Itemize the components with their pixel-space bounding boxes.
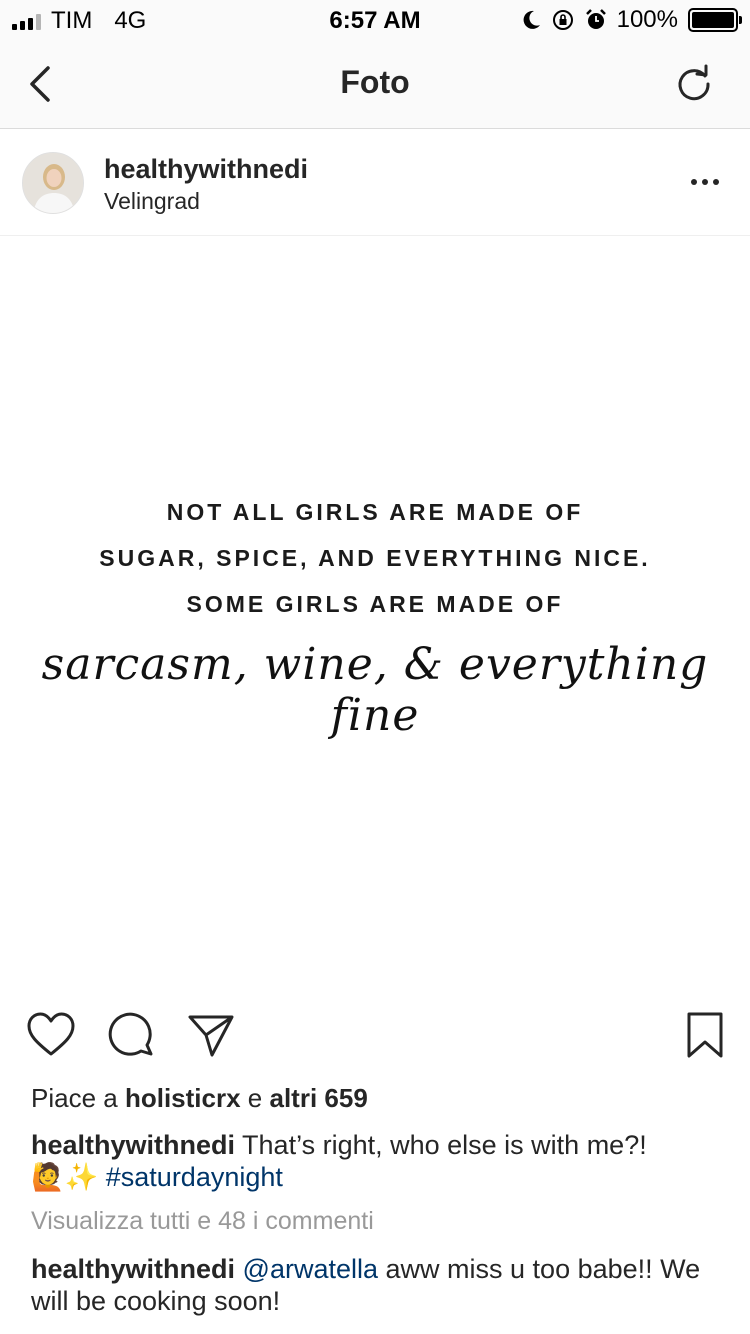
comment-username[interactable]: healthywithnedi — [31, 1254, 235, 1284]
caption-text: That’s right, who else is with me?! — [242, 1130, 647, 1160]
moon-icon — [523, 10, 540, 29]
comment-mention[interactable]: @arwatella — [243, 1254, 378, 1284]
likes-conj: e — [247, 1083, 263, 1113]
image-text-script: sarcasm, wine, & everything fine — [41, 639, 709, 741]
caption-emojis: 🙋✨ — [31, 1162, 99, 1193]
rotation-lock-icon — [552, 10, 573, 30]
status-right: 100% — [521, 6, 742, 34]
page-title: Foto — [340, 64, 410, 100]
image-text-line-2: SUGAR, SPICE, AND EVERYTHING NICE. — [99, 545, 651, 571]
view-all-comments-link[interactable]: Visualizza tutti e 48 i commenti — [31, 1207, 374, 1236]
share-icon[interactable] — [186, 1010, 236, 1060]
battery-percent: 100% — [616, 6, 678, 33]
heart-icon[interactable] — [26, 1010, 76, 1060]
avatar-image — [23, 153, 83, 213]
post-header: healthywithnedi Velingrad — [0, 130, 750, 236]
post-image[interactable]: NOT ALL GIRLS ARE MADE OF SUGAR, SPICE, … — [0, 237, 750, 987]
image-text-line-1: NOT ALL GIRLS ARE MADE OF — [166, 499, 584, 525]
alarm-icon — [585, 9, 606, 29]
comment-icon[interactable] — [106, 1010, 156, 1060]
likes-summary[interactable]: Piace a holisticrx e altri 659 — [31, 1083, 368, 1114]
likes-user[interactable]: holisticrx — [125, 1083, 241, 1113]
bookmark-icon[interactable] — [680, 1010, 730, 1060]
avatar[interactable] — [22, 152, 84, 214]
caption-hashtag[interactable]: #saturdaynight — [106, 1162, 283, 1192]
likes-others[interactable]: altri 659 — [270, 1083, 368, 1113]
comment-item: healthywithnedi @arwatella aww miss u to… — [31, 1253, 721, 1317]
status-bar: TIM 4G 6:57 AM 100% — [0, 0, 750, 40]
nav-bar: Foto — [0, 40, 750, 129]
caption-username[interactable]: healthywithnedi — [31, 1130, 235, 1160]
action-bar — [0, 1010, 750, 1064]
likes-prefix: Piace a — [31, 1083, 118, 1113]
refresh-icon[interactable] — [672, 62, 716, 106]
post-location[interactable]: Velingrad — [104, 188, 200, 215]
post-username[interactable]: healthywithnedi — [104, 154, 308, 185]
post-caption: healthywithnedi That’s right, who else i… — [31, 1129, 721, 1194]
more-options-icon[interactable] — [690, 176, 720, 188]
battery-icon — [688, 8, 742, 32]
image-text-line-3: SOME GIRLS ARE MADE OF — [186, 591, 564, 617]
